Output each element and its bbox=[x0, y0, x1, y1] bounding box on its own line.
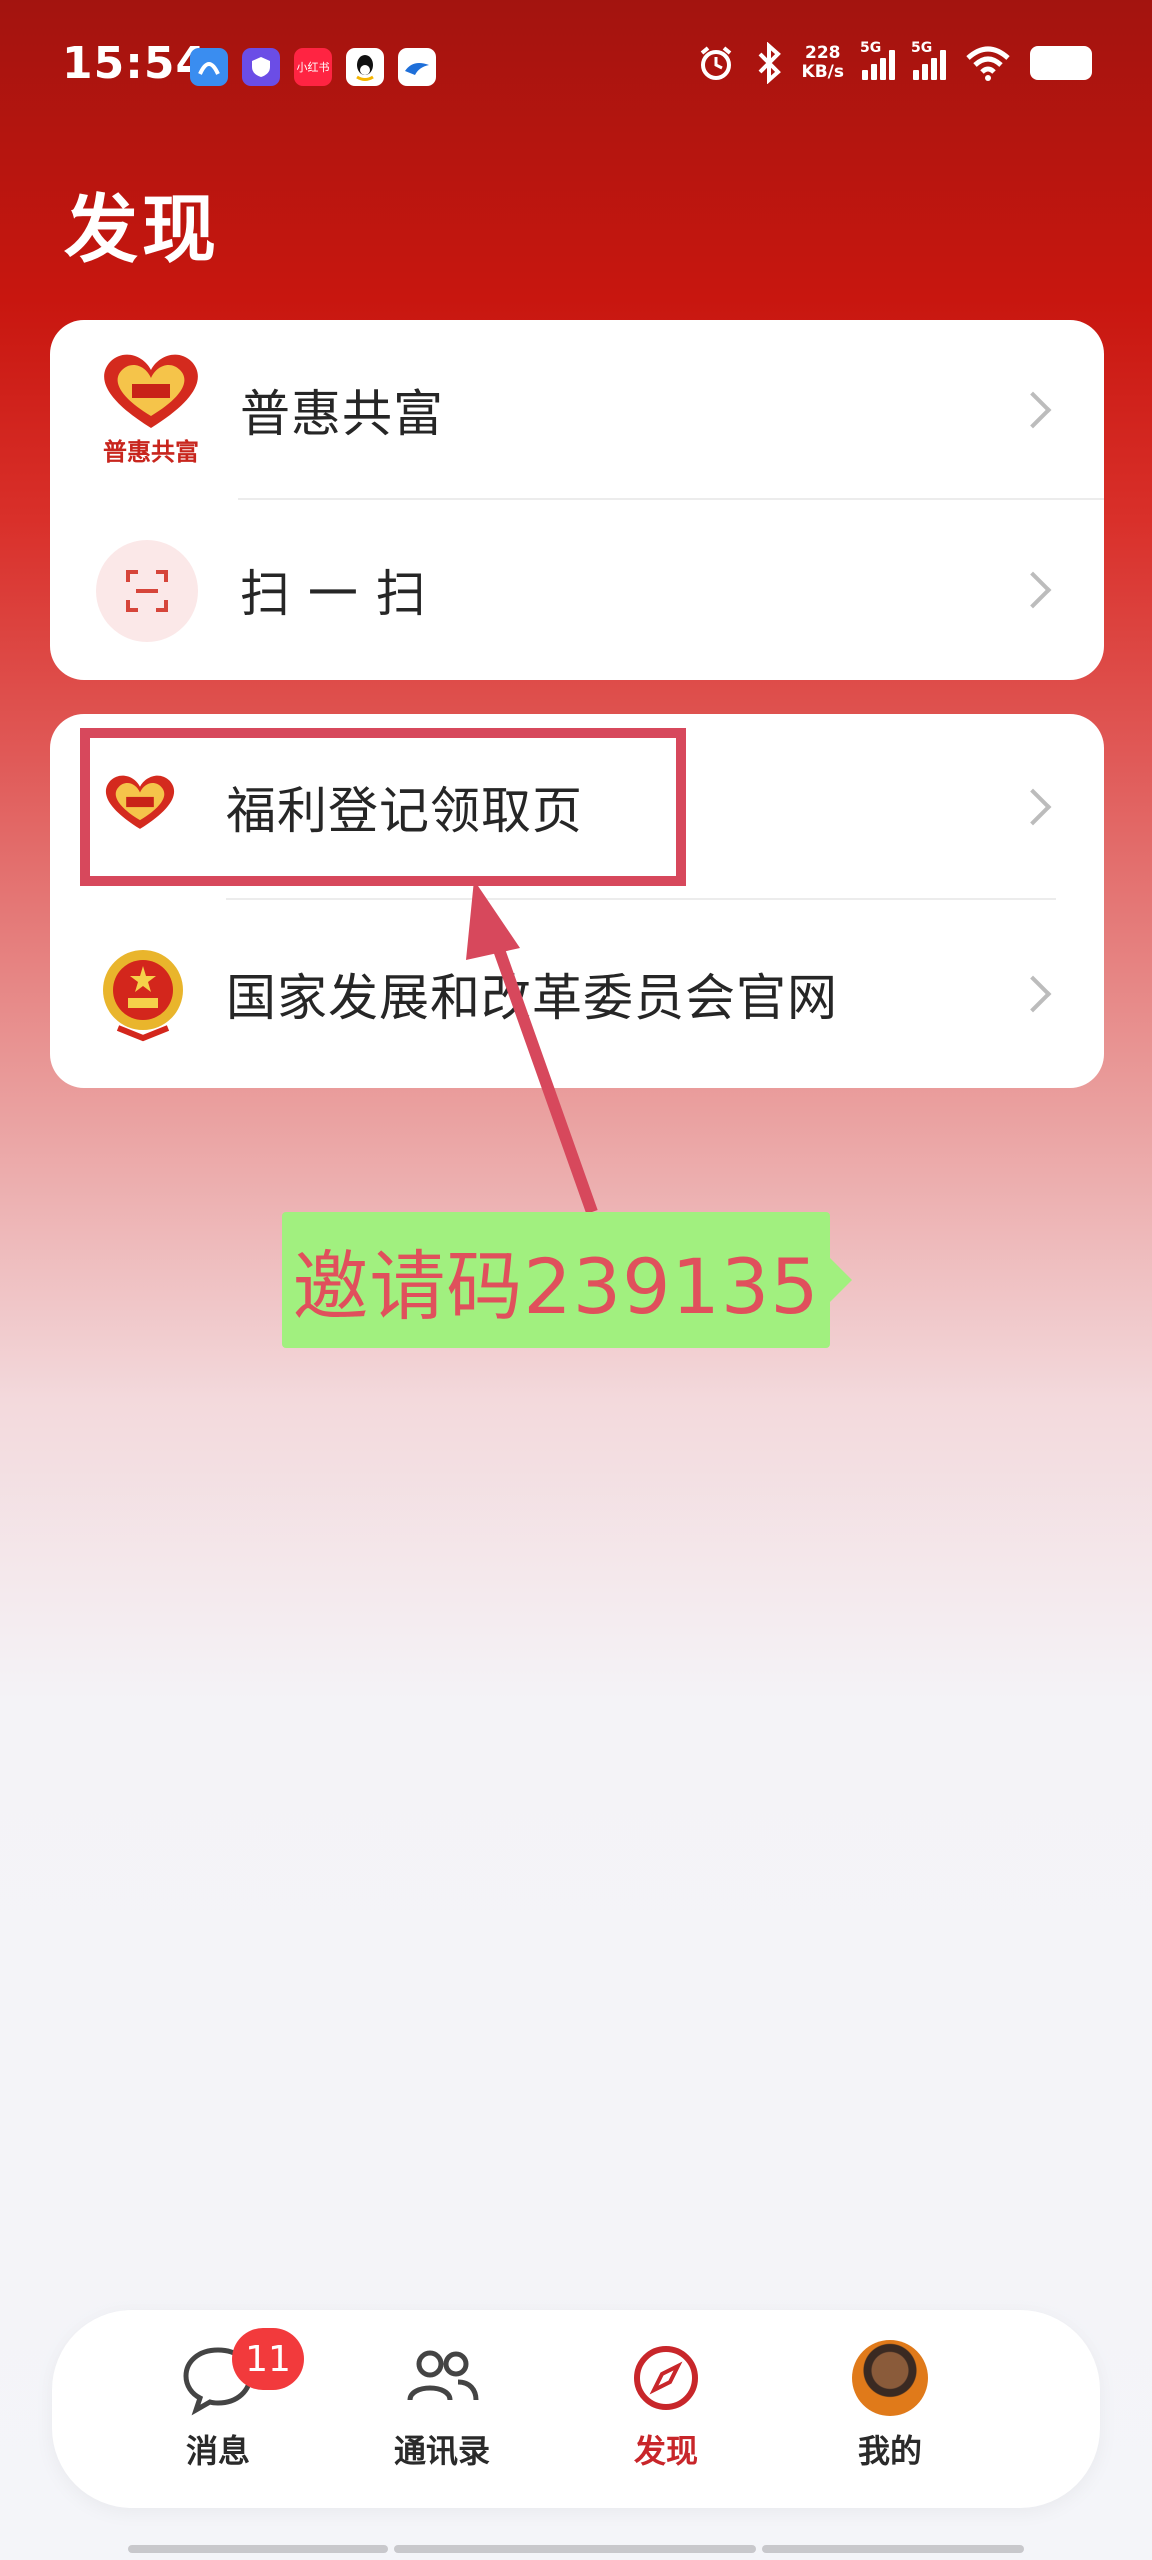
gesture-bar bbox=[128, 2545, 388, 2553]
nav-tab-contacts[interactable]: 通讯录 bbox=[362, 2340, 522, 2490]
invite-code-text: 邀请码239135 bbox=[292, 1242, 820, 1331]
nav-label: 通讯录 bbox=[393, 2432, 490, 2470]
invite-code-note: 邀请码239135 bbox=[282, 1212, 852, 1348]
compass-icon bbox=[628, 2340, 704, 2416]
gesture-bar bbox=[762, 2545, 1024, 2553]
avatar-icon bbox=[852, 2340, 928, 2416]
nav-label: 发现 bbox=[633, 2432, 698, 2470]
arrow-annotation bbox=[466, 880, 598, 1215]
contacts-icon bbox=[404, 2340, 480, 2416]
nav-label: 消息 bbox=[185, 2432, 250, 2470]
nav-label: 我的 bbox=[857, 2432, 922, 2470]
nav-tab-me[interactable]: 我的 bbox=[810, 2340, 970, 2490]
nav-tab-messages[interactable]: 11 消息 bbox=[138, 2328, 304, 2490]
chat-bubble-icon: 11 bbox=[180, 2328, 304, 2416]
gesture-bar bbox=[394, 2545, 756, 2553]
unread-badge: 11 bbox=[232, 2328, 304, 2390]
bottom-nav: 11 消息 通讯录 发现 我的 bbox=[52, 2310, 1100, 2508]
nav-tab-discover[interactable]: 发现 bbox=[586, 2340, 746, 2490]
